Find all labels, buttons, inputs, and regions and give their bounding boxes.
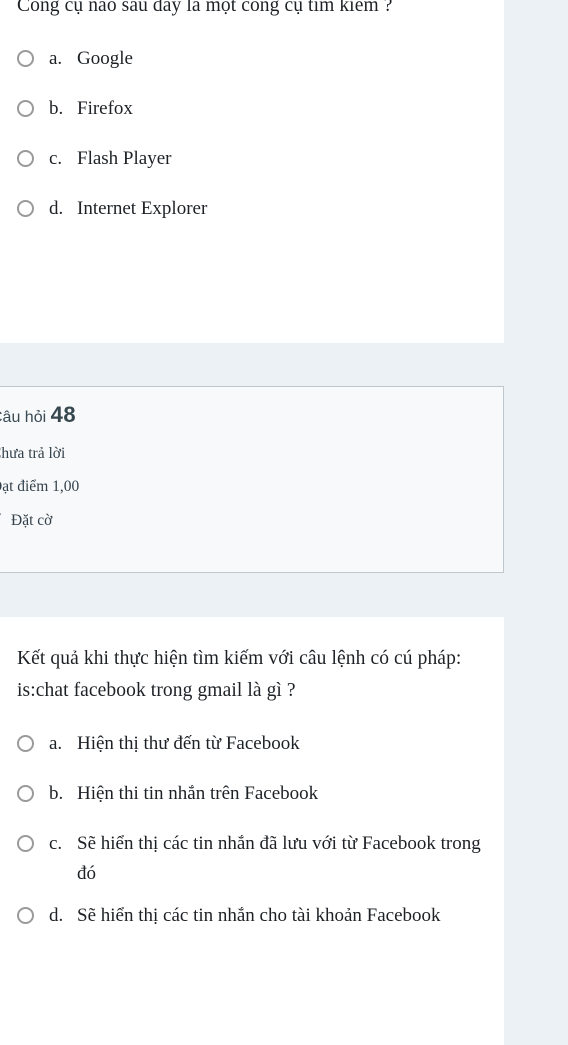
radio-button-b[interactable] — [17, 100, 34, 117]
question-status: Chưa trả lời — [0, 445, 66, 462]
answer-letter: a. — [49, 733, 63, 754]
answer-option-b[interactable]: b. Hiện thi tin nhắn trên Facebook — [17, 779, 484, 817]
answer-label: Google — [77, 48, 133, 69]
answer-option-c[interactable]: c. Flash Player — [17, 144, 484, 182]
flag-question-button[interactable]: Đặt cờ — [0, 511, 487, 531]
answer-label: Hiện thi tin nhắn trên Facebook — [77, 783, 319, 804]
answer-letter: c. — [49, 148, 63, 169]
radio-button-a[interactable] — [17, 735, 34, 752]
answer-list-top: a. Google b. Firefox c. Flash Player d. … — [17, 44, 484, 232]
answer-option-d[interactable]: d. Internet Explorer — [17, 194, 484, 232]
answer-label: Internet Explorer — [77, 198, 208, 219]
question-number-value: 48 — [50, 402, 77, 427]
answer-letter: c. — [49, 833, 63, 854]
radio-button-b[interactable] — [17, 785, 34, 802]
question-text-bottom: Kết quả khi thực hiện tìm kiếm với câu l… — [17, 648, 462, 701]
question-info-box: Câu hỏi 48 Chưa trả lời Đạt điểm 1,00 Đặ… — [0, 386, 504, 573]
answer-label: Flash Player — [77, 148, 172, 169]
answer-option-d[interactable]: d. Sẽ hiển thị các tin nhắn cho tài khoả… — [17, 901, 484, 939]
answer-option-c[interactable]: c. Sẽ hiển thị các tin nhắn đã lưu với t… — [17, 829, 484, 889]
radio-button-c[interactable] — [17, 835, 34, 852]
question-number-heading: Câu hỏi 48 — [0, 401, 487, 432]
answer-option-a[interactable]: a. Hiện thị thư đến từ Facebook — [17, 729, 484, 767]
answer-letter: d. — [49, 905, 64, 926]
answer-option-b[interactable]: b. Firefox — [17, 94, 484, 132]
answer-label: Sẽ hiển thị các tin nhắn cho tài khoản F… — [77, 905, 441, 926]
answer-letter: b. — [49, 783, 64, 804]
question-panel-top: Công cụ nào sau đây là một công cụ tìm k… — [0, 0, 504, 343]
answer-label: Firefox — [77, 98, 133, 119]
answer-letter: b. — [49, 98, 64, 119]
flag-outline-icon — [0, 512, 3, 530]
radio-button-c[interactable] — [17, 150, 34, 167]
radio-button-a[interactable] — [17, 50, 34, 67]
answer-list-bottom: a. Hiện thị thư đến từ Facebook b. Hiện … — [17, 729, 484, 939]
answer-label: Hiện thị thư đến từ Facebook — [77, 733, 300, 754]
question-panel-bottom: Kết quả khi thực hiện tìm kiếm với câu l… — [0, 617, 504, 1045]
question-marks: Đạt điểm 1,00 — [0, 478, 80, 495]
question-text-top: Công cụ nào sau đây là một công cụ tìm k… — [17, 0, 393, 16]
radio-button-d[interactable] — [17, 907, 34, 924]
flag-question-label: Đặt cờ — [11, 512, 53, 529]
answer-letter: a. — [49, 48, 63, 69]
answer-label: Sẽ hiển thị các tin nhắn đã lưu với từ F… — [77, 833, 481, 884]
answer-option-a[interactable]: a. Google — [17, 44, 484, 82]
radio-button-d[interactable] — [17, 200, 34, 217]
answer-letter: d. — [49, 198, 64, 219]
question-number-label: Câu hỏi — [0, 409, 47, 426]
